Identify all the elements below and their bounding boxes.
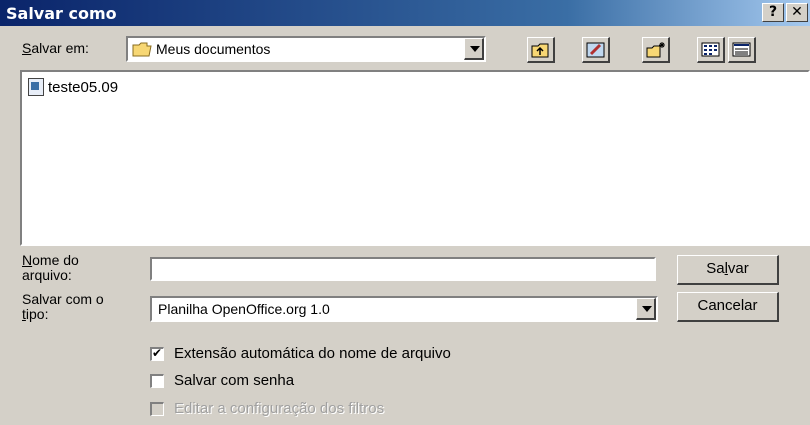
title-bar[interactable]: Salvar como ? ✕ <box>0 0 810 26</box>
edit-filter-label: Editar a configuração dos filtros <box>174 400 385 417</box>
details-view-icon <box>732 42 751 57</box>
filetype-dropdown-arrow[interactable] <box>636 298 656 320</box>
new-folder-icon <box>646 42 665 58</box>
file-name: teste05.09 <box>48 78 119 96</box>
up-one-level-button[interactable] <box>527 37 555 63</box>
save-as-dialog: Salvar como ? ✕ Salvar em: Meus document… <box>0 0 810 425</box>
list-item[interactable]: teste05.09 <box>28 78 118 96</box>
desktop-icon <box>586 42 605 58</box>
edit-filter-checkbox <box>150 401 164 416</box>
close-button[interactable]: ✕ <box>786 3 808 22</box>
auto-extension-label: Extensão automática do nome de arquivo <box>174 345 451 362</box>
save-in-value: Meus documentos <box>156 41 271 57</box>
save-button[interactable]: Salvar <box>677 255 779 285</box>
save-in-combo[interactable]: Meus documentos <box>126 36 486 62</box>
filetype-label: Salvar com o tipo: <box>22 291 104 322</box>
details-view-button[interactable] <box>728 37 756 63</box>
filetype-combo[interactable]: Planilha OpenOffice.org 1.0 <box>150 296 658 322</box>
help-button[interactable]: ? <box>762 3 784 22</box>
cancel-button[interactable]: Cancelar <box>677 292 779 322</box>
folder-icon <box>132 42 152 57</box>
save-in-dropdown-arrow[interactable] <box>464 38 484 60</box>
password-label: Salvar com senha <box>174 372 295 389</box>
desktop-button[interactable] <box>582 37 610 63</box>
document-icon <box>28 78 44 96</box>
up-one-level-icon <box>531 43 549 58</box>
auto-extension-option[interactable]: Extensão automática do nome de arquivo <box>150 345 451 362</box>
dialog-title: Salvar como <box>6 4 117 23</box>
filetype-value: Planilha OpenOffice.org 1.0 <box>158 301 330 317</box>
list-view-icon <box>701 42 720 57</box>
filename-label: Nome do arquivo: <box>22 252 79 283</box>
password-option[interactable]: Salvar com senha <box>150 372 294 389</box>
password-checkbox[interactable] <box>150 373 164 388</box>
auto-extension-checkbox[interactable] <box>150 346 164 361</box>
new-folder-button[interactable] <box>642 37 670 63</box>
file-list[interactable]: teste05.09 <box>20 70 810 246</box>
edit-filter-option: Editar a configuração dos filtros <box>150 400 384 417</box>
save-in-label: Salvar em: <box>22 40 89 56</box>
filename-input[interactable] <box>150 257 656 281</box>
list-view-button[interactable] <box>697 37 725 63</box>
